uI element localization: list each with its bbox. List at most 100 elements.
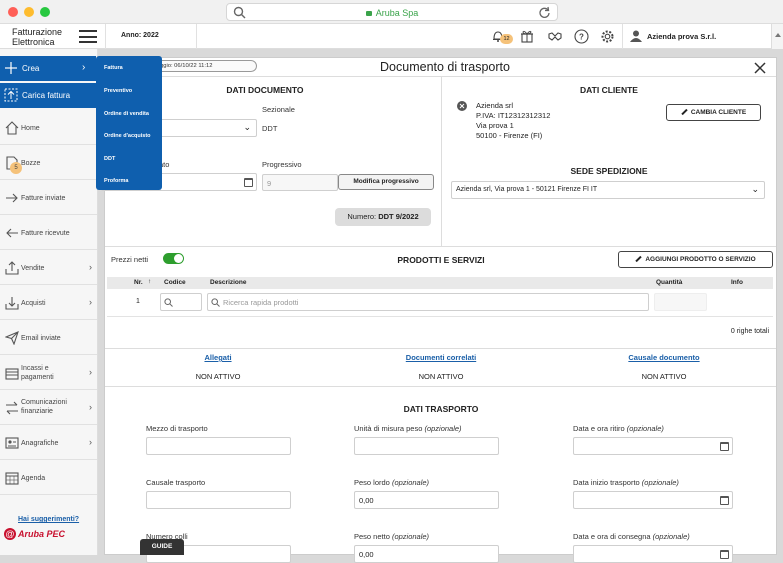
optional-hint: (opzionale) [424, 424, 462, 433]
lock-icon [365, 11, 372, 16]
progressivo-value: 9 [267, 179, 272, 188]
sidebar-item-label: Comunicazioni finanziarie [21, 399, 67, 415]
sidebar-item-label: Email inviate [21, 335, 61, 342]
product-search-placeholder: Ricerca rapida prodotti [223, 298, 299, 307]
close-icon[interactable] [754, 62, 766, 74]
attachments-link[interactable]: Allegati [158, 353, 278, 362]
column-code: Codice [164, 279, 186, 286]
document-reason-link[interactable]: Causale documento [604, 353, 724, 362]
menu-item-invoice[interactable]: Fattura [104, 65, 123, 71]
sort-up-icon[interactable]: ↑ [148, 278, 151, 285]
sidebar-item-sent-emails[interactable]: Email inviate [0, 321, 97, 355]
brand-logo: Aruba PEC [18, 529, 66, 539]
close-window-dot[interactable] [8, 7, 18, 17]
product-search-input[interactable]: Ricerca rapida prodotti [207, 293, 649, 311]
year-selector[interactable]: Anno: 2022 [121, 32, 159, 39]
drafts-count-badge: 5 [10, 162, 22, 174]
section-title-transport: DATI TRASPORTO [403, 404, 479, 414]
create-popup-menu: Fattura Preventivo Ordine di vendita Ord… [96, 56, 162, 190]
gear-icon[interactable] [600, 29, 615, 44]
upload-invoice-button[interactable]: Carica fattura [0, 83, 96, 108]
arrow-left-icon [6, 228, 18, 238]
shipping-address-select[interactable]: Azienda srl, Via prova 1 - 50121 Firenze… [451, 181, 765, 199]
menu-item-ddt[interactable]: DDT [104, 156, 115, 162]
section-title-document: DATI DOCUMENTO [226, 85, 304, 95]
optional-hint: (opzionale) [641, 478, 679, 487]
sidebar-item-payments[interactable]: Incassi e pagamenti › [0, 356, 97, 390]
sidebar-item-label: Agenda [21, 475, 46, 482]
delivery-date-label: Data e ora di consegna (opzionale) [573, 532, 690, 541]
remove-client-icon[interactable] [457, 101, 467, 111]
delivery-date-input[interactable] [573, 545, 733, 563]
menu-item-proforma[interactable]: Proforma [104, 178, 128, 184]
change-client-label: CAMBIA CLIENTE [690, 109, 747, 116]
quantity-input[interactable] [654, 293, 707, 311]
net-prices-label: Prezzi netti [111, 255, 149, 264]
sidebar-item-received-invoices[interactable]: Fatture ricevute [0, 216, 97, 250]
transport-start-input[interactable] [573, 491, 733, 509]
menu-item-purchase-order[interactable]: Ordine d'acquisto [104, 133, 151, 139]
menu-item-sales-order[interactable]: Ordine di vendita [104, 111, 149, 117]
document-number-prefix: Numero: [347, 212, 379, 221]
gross-weight-input[interactable]: 0,00 [354, 491, 499, 509]
gift-icon[interactable] [520, 29, 534, 43]
sidebar-item-purchases[interactable]: Acquisti › [0, 286, 97, 320]
sidebar-item-contacts[interactable]: Anagrafiche › [0, 426, 97, 460]
address-bar[interactable]: Aruba Spa [226, 3, 558, 21]
handshake-icon[interactable] [548, 29, 562, 43]
sidebar-item-label: Anagrafiche [21, 440, 59, 447]
table-row: 1 Ricerca rapida prodotti [107, 289, 773, 317]
add-product-label: AGGIUNGI PRODOTTO O SERVIZIO [645, 256, 756, 263]
sidebar-item-label: Fatture ricevute [21, 230, 70, 237]
change-client-button[interactable]: CAMBIA CLIENTE [666, 104, 761, 121]
sidebar-item-drafts[interactable]: Bozze 5 [0, 146, 97, 180]
sidebar-item-sent-invoices[interactable]: Fatture inviate [0, 181, 97, 215]
rows-total: 0 righe totali [730, 328, 769, 335]
document-dialog: ggio: 06/10/22 11:12 Documento di traspo… [101, 57, 777, 563]
user-icon [630, 30, 642, 42]
create-menu-button[interactable]: Crea › [0, 56, 96, 81]
sidebar-item-label: Vendite [21, 265, 45, 272]
net-weight-input[interactable]: 0,00 [354, 545, 499, 563]
transport-means-input[interactable] [146, 437, 291, 455]
progressivo-input[interactable]: 9 [262, 174, 338, 191]
column-description: Descrizione [210, 279, 247, 286]
guide-button[interactable]: GUIDE [140, 539, 184, 555]
home-icon [5, 121, 19, 135]
sidebar-item-sales[interactable]: Vendite › [0, 251, 97, 285]
company-name[interactable]: Azienda prova S.r.l. [647, 32, 716, 41]
pickup-date-input[interactable] [573, 437, 733, 455]
product-code-input[interactable] [160, 293, 202, 311]
help-icon[interactable]: ? [574, 29, 589, 44]
reload-icon[interactable] [538, 6, 551, 19]
sidebar-item-financial-communications[interactable]: Comunicazioni finanziarie › [0, 391, 97, 425]
sidebar-item-agenda[interactable]: Agenda [0, 461, 97, 495]
svg-text:?: ? [579, 33, 584, 42]
transport-reason-input[interactable] [146, 491, 291, 509]
calendar-icon [244, 178, 253, 187]
add-product-button[interactable]: AGGIUNGI PRODOTTO O SERVIZIO [618, 251, 773, 268]
suggestions-link[interactable]: Hai suggerimenti? [18, 516, 79, 523]
net-prices-toggle[interactable] [163, 253, 184, 264]
transfer-icon [6, 401, 18, 415]
chevron-down-icon: ⌄ [751, 184, 759, 194]
import-icon [5, 297, 19, 310]
document-number-badge: Numero: DDT 9/2022 [335, 208, 431, 226]
transport-start-label: Data inizio trasporto (opzionale) [573, 478, 679, 487]
optional-hint: (opzionale) [626, 424, 664, 433]
pencil-icon [681, 109, 688, 116]
document-reason-status: NON ATTIVO [641, 372, 687, 381]
weight-unit-input[interactable] [354, 437, 499, 455]
sidebar-item-home[interactable]: Home [0, 111, 97, 145]
menu-item-quote[interactable]: Preventivo [104, 88, 132, 94]
minimize-window-dot[interactable] [24, 7, 34, 17]
progressivo-label: Progressivo [262, 160, 302, 169]
related-docs-link[interactable]: Documenti correlati [381, 353, 501, 362]
app-title: Fatturazione Elettronica [12, 27, 62, 47]
hamburger-menu-icon[interactable] [79, 30, 97, 43]
transport-reason-label: Causale trasporto [146, 478, 206, 487]
dialog-title: Documento di trasporto [380, 60, 510, 74]
chevron-right-icon: › [89, 367, 92, 377]
modify-progressive-button[interactable]: Modifica progressivo [338, 174, 434, 190]
maximize-window-dot[interactable] [40, 7, 50, 17]
